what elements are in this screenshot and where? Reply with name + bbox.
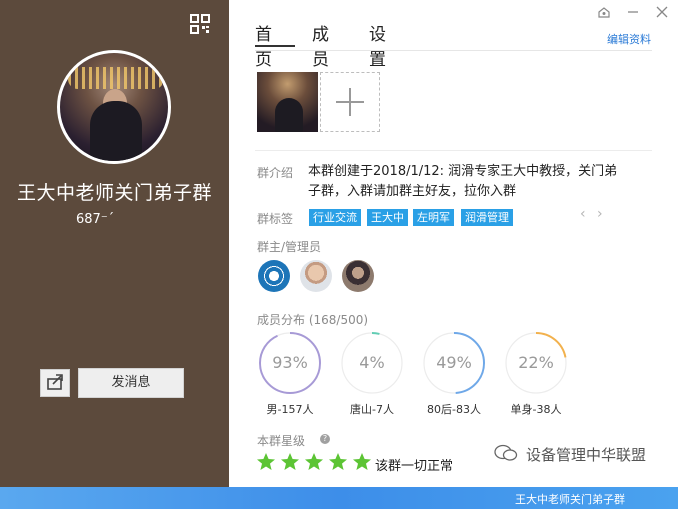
distribution-label: 成员分布 (168/500) — [257, 313, 369, 327]
tags-label: 群标签 — [257, 212, 294, 226]
intro-text: 本群创建于2018/1/12: 润滑专家王大中教授，关门弟子群，入群请加群主好友… — [308, 164, 618, 199]
admins-label: 群主/管理员 — [257, 240, 322, 254]
star-icon — [329, 453, 347, 470]
avatar-background-lights — [68, 67, 164, 89]
stat-ring-region: 4% — [340, 331, 404, 395]
edit-profile-link[interactable]: 编辑资料 — [607, 31, 651, 47]
tab-settings[interactable]: 设置 — [369, 20, 386, 70]
skin-icon[interactable] — [597, 4, 611, 18]
help-icon[interactable]: ? — [320, 434, 330, 444]
tab-members[interactable]: 成员 — [312, 20, 329, 70]
star-icon — [305, 453, 323, 470]
close-icon[interactable] — [655, 4, 669, 18]
star-icon — [281, 453, 299, 470]
share-icon — [47, 374, 63, 390]
admin-avatar[interactable] — [300, 260, 332, 292]
stat-label: 80后-83人 — [427, 403, 481, 416]
wechat-icon — [494, 443, 518, 463]
add-photo-button[interactable] — [320, 72, 380, 132]
send-message-button[interactable]: 发消息 — [78, 368, 184, 398]
owner-avatar[interactable] — [258, 260, 290, 292]
tags-next-icon[interactable]: › — [597, 206, 603, 222]
star-icon — [257, 453, 275, 470]
stat-label: 单身-38人 — [510, 403, 562, 416]
stat-value: 49% — [436, 353, 472, 372]
share-button[interactable] — [40, 369, 70, 397]
stat-label: 唐山-7人 — [350, 403, 394, 416]
stat-value: 4% — [359, 353, 385, 372]
stat-value: 22% — [518, 353, 554, 372]
qr-code-icon[interactable] — [190, 14, 210, 34]
minimize-icon[interactable] — [626, 4, 640, 18]
section-divider — [255, 150, 652, 151]
watermark-text: 设备管理中华联盟 — [526, 446, 647, 464]
star-icon — [353, 453, 371, 470]
tags-prev-icon[interactable]: ‹ — [580, 206, 586, 222]
avatar-figure — [90, 101, 142, 161]
plus-icon — [336, 88, 364, 116]
rating-label: 本群星级 — [257, 434, 306, 448]
header-divider — [255, 50, 652, 51]
star-rating — [256, 452, 376, 472]
stat-label: 男-157人 — [266, 403, 314, 416]
group-profile-sidebar: 王大中老师关门弟子群 687⁻´ 发消息 — [0, 0, 229, 487]
stat-ring-gender: 93% — [258, 331, 322, 395]
group-name: 王大中老师关门弟子群 — [16, 182, 212, 204]
tag-item[interactable]: 王大中 — [367, 209, 408, 226]
stat-value: 93% — [272, 353, 308, 372]
taskbar-title[interactable]: 王大中老师关门弟子群 — [515, 491, 625, 507]
rating-status: 该群一切正常 — [375, 459, 454, 474]
group-avatar[interactable] — [57, 50, 171, 164]
tag-item[interactable]: 行业交流 — [309, 209, 361, 226]
stat-ring-single: 22% — [504, 331, 568, 395]
intro-label: 群介绍 — [257, 166, 294, 180]
tag-item[interactable]: 左明军 — [413, 209, 454, 226]
tag-item[interactable]: 润滑管理 — [461, 209, 513, 226]
admin-avatar[interactable] — [342, 260, 374, 292]
group-photo[interactable] — [257, 72, 318, 132]
stat-ring-age: 49% — [422, 331, 486, 395]
active-tab-indicator — [255, 45, 295, 47]
group-id: 687⁻´ — [76, 212, 115, 227]
